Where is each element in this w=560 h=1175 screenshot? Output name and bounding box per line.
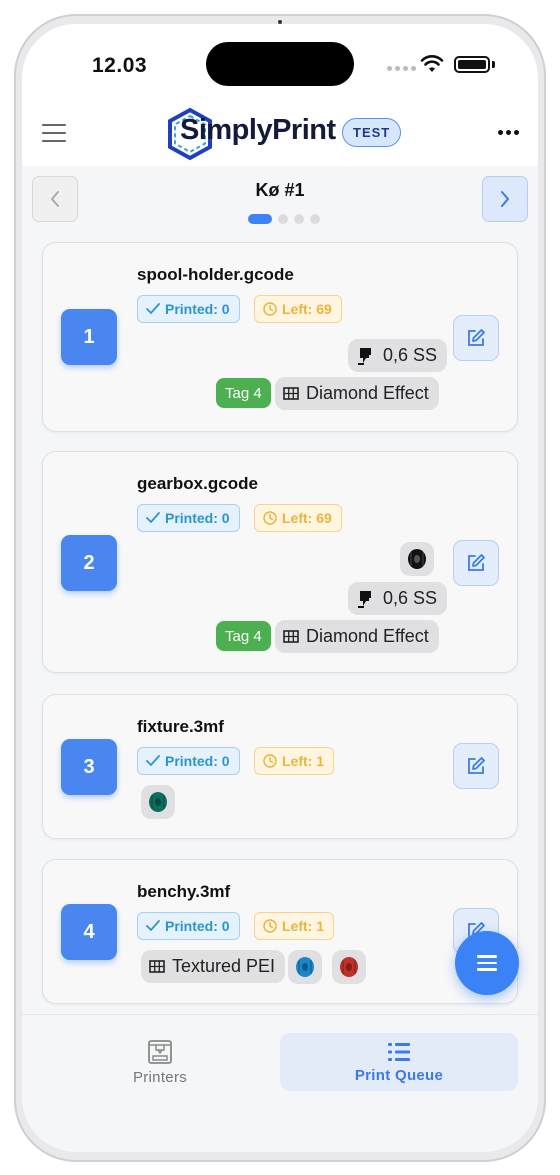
- filament-spool-icon: [141, 785, 175, 819]
- bed-label: Diamond Effect: [306, 383, 429, 403]
- pager-dot-active[interactable]: [248, 214, 272, 224]
- edit-item-button[interactable]: [453, 540, 499, 586]
- file-name: gearbox.gcode: [137, 474, 258, 493]
- printed-count-label: Printed: 0: [165, 918, 230, 934]
- brand-name: SimplyPrint: [180, 114, 336, 146]
- clock-icon: [263, 511, 277, 525]
- next-queue-button[interactable]: [482, 176, 528, 222]
- bed-chip: Diamond Effect: [275, 377, 439, 410]
- tab-printers[interactable]: Printers: [42, 1033, 278, 1091]
- left-count-badge: Left: 69: [254, 504, 342, 532]
- file-name: fixture.3mf: [137, 717, 224, 736]
- clock-icon: [263, 754, 277, 768]
- filament-spool-icon: [288, 950, 322, 984]
- nozzle-icon: [358, 347, 371, 365]
- clock-icon: [263, 919, 277, 933]
- chevron-right-icon: [501, 191, 509, 207]
- queue-item-card[interactable]: 4 benchy.3mf Printed: 0 Left: 1 Textured…: [42, 859, 518, 1004]
- check-icon: [146, 920, 160, 932]
- phone-screen: 12.03 SimplyPrint TEST Kø #1 1 spool-hol…: [22, 24, 538, 1152]
- printed-count-badge: Printed: 0: [137, 747, 240, 775]
- app-header: SimplyPrint TEST: [22, 104, 538, 166]
- tag-chip: Tag 4: [216, 378, 271, 408]
- edit-icon: [468, 554, 485, 571]
- status-bar: 12.03: [22, 24, 538, 104]
- bottom-tab-bar: Printers Print Queue: [22, 1014, 538, 1152]
- nozzle-chip: 0,6 SS: [348, 582, 448, 615]
- printed-count-badge: Printed: 0: [137, 295, 240, 323]
- queue-navigation: Kø #1: [22, 166, 538, 230]
- queue-position-badge: 2: [61, 535, 117, 591]
- filament-spool-icon: [332, 950, 366, 984]
- check-icon: [146, 303, 160, 315]
- dynamic-island: [206, 42, 354, 86]
- wifi-icon: [420, 55, 444, 72]
- list-icon: [388, 1042, 410, 1061]
- left-count-label: Left: 69: [282, 301, 332, 317]
- more-dots-icon[interactable]: [498, 130, 519, 135]
- pager-dot[interactable]: [294, 214, 304, 224]
- left-count-label: Left: 1: [282, 753, 324, 769]
- tab-printers-label: Printers: [132, 1068, 188, 1086]
- printed-count-badge: Printed: 0: [137, 504, 240, 532]
- queue-actions-fab[interactable]: [455, 931, 519, 995]
- bed-grid-icon: [149, 960, 165, 973]
- edit-item-button[interactable]: [453, 743, 499, 789]
- pager-dot[interactable]: [310, 214, 320, 224]
- printed-count-label: Printed: 0: [165, 753, 230, 769]
- file-name: benchy.3mf: [137, 882, 231, 901]
- nozzle-label: 0,6 SS: [383, 345, 438, 365]
- bed-chip: Textured PEI: [141, 950, 286, 983]
- queue-pager-dots: [248, 214, 320, 224]
- check-icon: [146, 512, 160, 524]
- edit-icon: [468, 329, 485, 346]
- hamburger-icon[interactable]: [42, 124, 66, 142]
- printed-count-label: Printed: 0: [165, 301, 230, 317]
- queue-position-badge: 4: [61, 904, 117, 960]
- tab-print-queue[interactable]: Print Queue: [280, 1033, 518, 1091]
- printed-count-label: Printed: 0: [165, 510, 230, 526]
- left-count-badge: Left: 69: [254, 295, 342, 323]
- nozzle-icon: [358, 590, 371, 608]
- edit-item-button[interactable]: [453, 315, 499, 361]
- tag-chip: Tag 4: [216, 621, 271, 651]
- queue-item-card[interactable]: 2 gearbox.gcode Printed: 0 Left: 69 0,6 …: [42, 451, 518, 673]
- bed-grid-icon: [283, 630, 299, 643]
- left-count-label: Left: 1: [282, 918, 324, 934]
- bed-grid-icon: [283, 387, 299, 400]
- queue-title: Kø #1: [255, 180, 305, 200]
- status-time: 12.03: [92, 54, 148, 77]
- environment-badge: TEST: [342, 118, 402, 147]
- bed-label: Textured PEI: [172, 956, 276, 976]
- queue-position-badge: 1: [61, 309, 117, 365]
- nozzle-label: 0,6 SS: [383, 588, 438, 608]
- edit-icon: [468, 757, 485, 774]
- cellular-signal-icon: [387, 66, 416, 71]
- battery-tip: [492, 61, 495, 68]
- battery-icon: [454, 56, 490, 73]
- left-count-badge: Left: 1: [254, 912, 334, 940]
- left-count-label: Left: 69: [282, 510, 332, 526]
- file-name: spool-holder.gcode: [137, 265, 294, 284]
- printed-count-badge: Printed: 0: [137, 912, 240, 940]
- tab-print-queue-label: Print Queue: [354, 1066, 444, 1084]
- filament-spool-icon: [400, 542, 434, 576]
- left-count-badge: Left: 1: [254, 747, 334, 775]
- bed-label: Diamond Effect: [306, 626, 429, 646]
- check-icon: [146, 755, 160, 767]
- bed-chip: Diamond Effect: [275, 620, 439, 653]
- nozzle-chip: 0,6 SS: [348, 339, 448, 372]
- queue-position-badge: 3: [61, 739, 117, 795]
- pager-dot[interactable]: [278, 214, 288, 224]
- queue-item-card[interactable]: 3 fixture.3mf Printed: 0 Left: 1: [42, 694, 518, 839]
- clock-icon: [263, 302, 277, 316]
- printer-icon: [148, 1039, 172, 1064]
- queue-item-card[interactable]: 1 spool-holder.gcode Printed: 0 Left: 69…: [42, 242, 518, 432]
